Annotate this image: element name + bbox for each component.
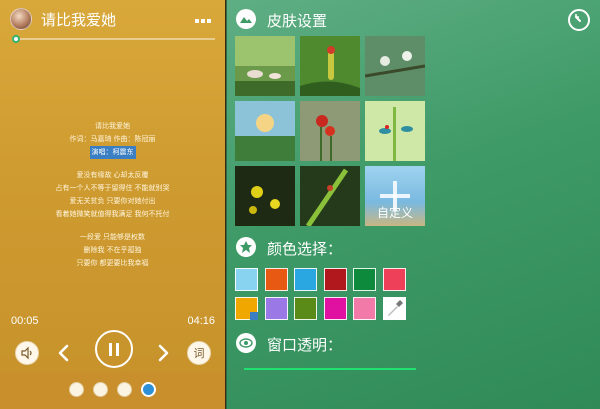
lyric-line: 演唱：柯震东 <box>0 146 225 159</box>
lyric-line: 作词：马嘉琦 作曲：陈冠丽 <box>0 133 225 146</box>
skin-thumb-red-flowers[interactable] <box>300 101 360 161</box>
pause-button[interactable] <box>95 330 133 368</box>
lyric-line: 爱无关贫负 只要你对她付出 <box>0 195 225 208</box>
speaker-icon <box>21 346 32 360</box>
skin-custom-label: 自定义 <box>376 206 413 220</box>
lyric-line: 看着她微笑就值得我满足 我何不托付 <box>0 208 225 221</box>
color-selection-title: 颜色选择： <box>267 241 343 258</box>
skin-thumb-hummingbird[interactable] <box>365 101 425 161</box>
restore-icon[interactable] <box>568 9 590 31</box>
skin-settings-title: 皮肤设置 <box>267 13 328 30</box>
music-player-panel: 请比我爱她 请比我爱她作词：马嘉琦 作曲：陈冠丽演唱：柯震东爱没有缘故 心却太反… <box>0 0 225 409</box>
lyric-text: 爱无关贫负 只要你对她付出 <box>69 198 156 205</box>
page-dot-1[interactable] <box>69 382 84 397</box>
playback-progress-knob[interactable] <box>12 35 20 43</box>
skin-thumb-mushrooms[interactable] <box>235 36 295 96</box>
pause-icon <box>109 342 112 356</box>
song-title: 请比我爱她 <box>41 12 117 29</box>
color-swatch[interactable] <box>235 297 258 320</box>
skin-thumb-birds-branch[interactable] <box>365 36 425 96</box>
lyric-line: 爱没有缘故 心却太反覆 <box>0 169 225 182</box>
lyric-line: 删除我 不在乎孤独 <box>0 244 225 257</box>
lyric-text: 一段爱 只能够是权数 <box>80 234 145 241</box>
color-swatch[interactable] <box>235 268 258 291</box>
lyric-line: 只要你 都更要比我幸福 <box>0 257 225 270</box>
volume-button[interactable] <box>15 341 39 365</box>
window-opacity-title: 窗口透明： <box>267 337 343 354</box>
lyric-line <box>0 221 225 231</box>
artist-avatar[interactable] <box>10 8 32 30</box>
lyric-text: 删除我 不在乎孤独 <box>83 247 142 254</box>
next-track-button[interactable] <box>155 344 171 362</box>
lyric-line: 请比我爱她 <box>0 120 225 133</box>
lyric-text: 请比我爱她 <box>95 123 130 130</box>
lyrics-view: 请比我爱她作词：马嘉琦 作曲：陈冠丽演唱：柯震东爱没有缘故 心却太反覆占有一个人… <box>0 120 225 270</box>
player-title-bar: 请比我爱她 <box>0 0 225 38</box>
more-options-icon[interactable] <box>195 10 215 26</box>
color-swatch[interactable] <box>294 268 317 291</box>
total-time: 04:16 <box>187 315 215 327</box>
lyric-text: 作词：马嘉琦 作曲：陈冠丽 <box>69 136 156 143</box>
window-opacity-slider[interactable] <box>244 368 416 370</box>
lyrics-toggle-button[interactable]: 词 <box>187 341 211 365</box>
playback-progress-bar[interactable] <box>12 38 215 40</box>
color-swatch[interactable] <box>265 268 288 291</box>
page-dot-3[interactable] <box>117 382 132 397</box>
color-swatch[interactable] <box>353 268 376 291</box>
eye-icon <box>236 333 256 353</box>
color-picker-button[interactable] <box>383 297 406 320</box>
color-swatch[interactable] <box>324 297 347 320</box>
leaf-icon <box>236 237 256 257</box>
lyric-text: 只要你 都更要比我幸福 <box>76 260 149 267</box>
color-swatch[interactable] <box>383 268 406 291</box>
lyric-text: 演唱：柯震东 <box>89 146 136 159</box>
page-dot-4[interactable] <box>141 382 156 397</box>
lyric-text: 爱没有缘故 心却太反覆 <box>76 172 149 179</box>
color-swatch[interactable] <box>265 297 288 320</box>
color-swatch[interactable] <box>324 268 347 291</box>
color-swatch[interactable] <box>294 297 317 320</box>
player-footer <box>0 373 225 409</box>
skin-thumb-sunrise-field[interactable] <box>235 101 295 161</box>
skin-thumb-insect-grass[interactable] <box>300 166 360 226</box>
lyric-line: 占有一个人不等于留得住 不能就别哭 <box>0 182 225 195</box>
lyric-line <box>0 159 225 169</box>
skin-thumb-bird-green[interactable] <box>300 36 360 96</box>
color-swatch[interactable] <box>353 297 376 320</box>
skin-thumb-yellow-flowers[interactable] <box>235 166 295 226</box>
image-icon <box>236 9 256 29</box>
lyric-text: 看着她微笑就值得我满足 我何不托付 <box>55 211 170 218</box>
skin-custom-button[interactable]: 自定义 <box>365 166 425 226</box>
skin-settings-panel: 皮肤设置 自定义 颜色选择： 窗口透明： <box>226 0 600 409</box>
previous-track-button[interactable] <box>56 344 72 362</box>
page-dot-2[interactable] <box>93 382 108 397</box>
lyric-line: 一段爱 只能够是权数 <box>0 231 225 244</box>
current-time: 00:05 <box>11 315 39 327</box>
eyedropper-icon <box>388 300 403 316</box>
lyric-text: 占有一个人不等于留得住 不能就别哭 <box>55 185 170 192</box>
